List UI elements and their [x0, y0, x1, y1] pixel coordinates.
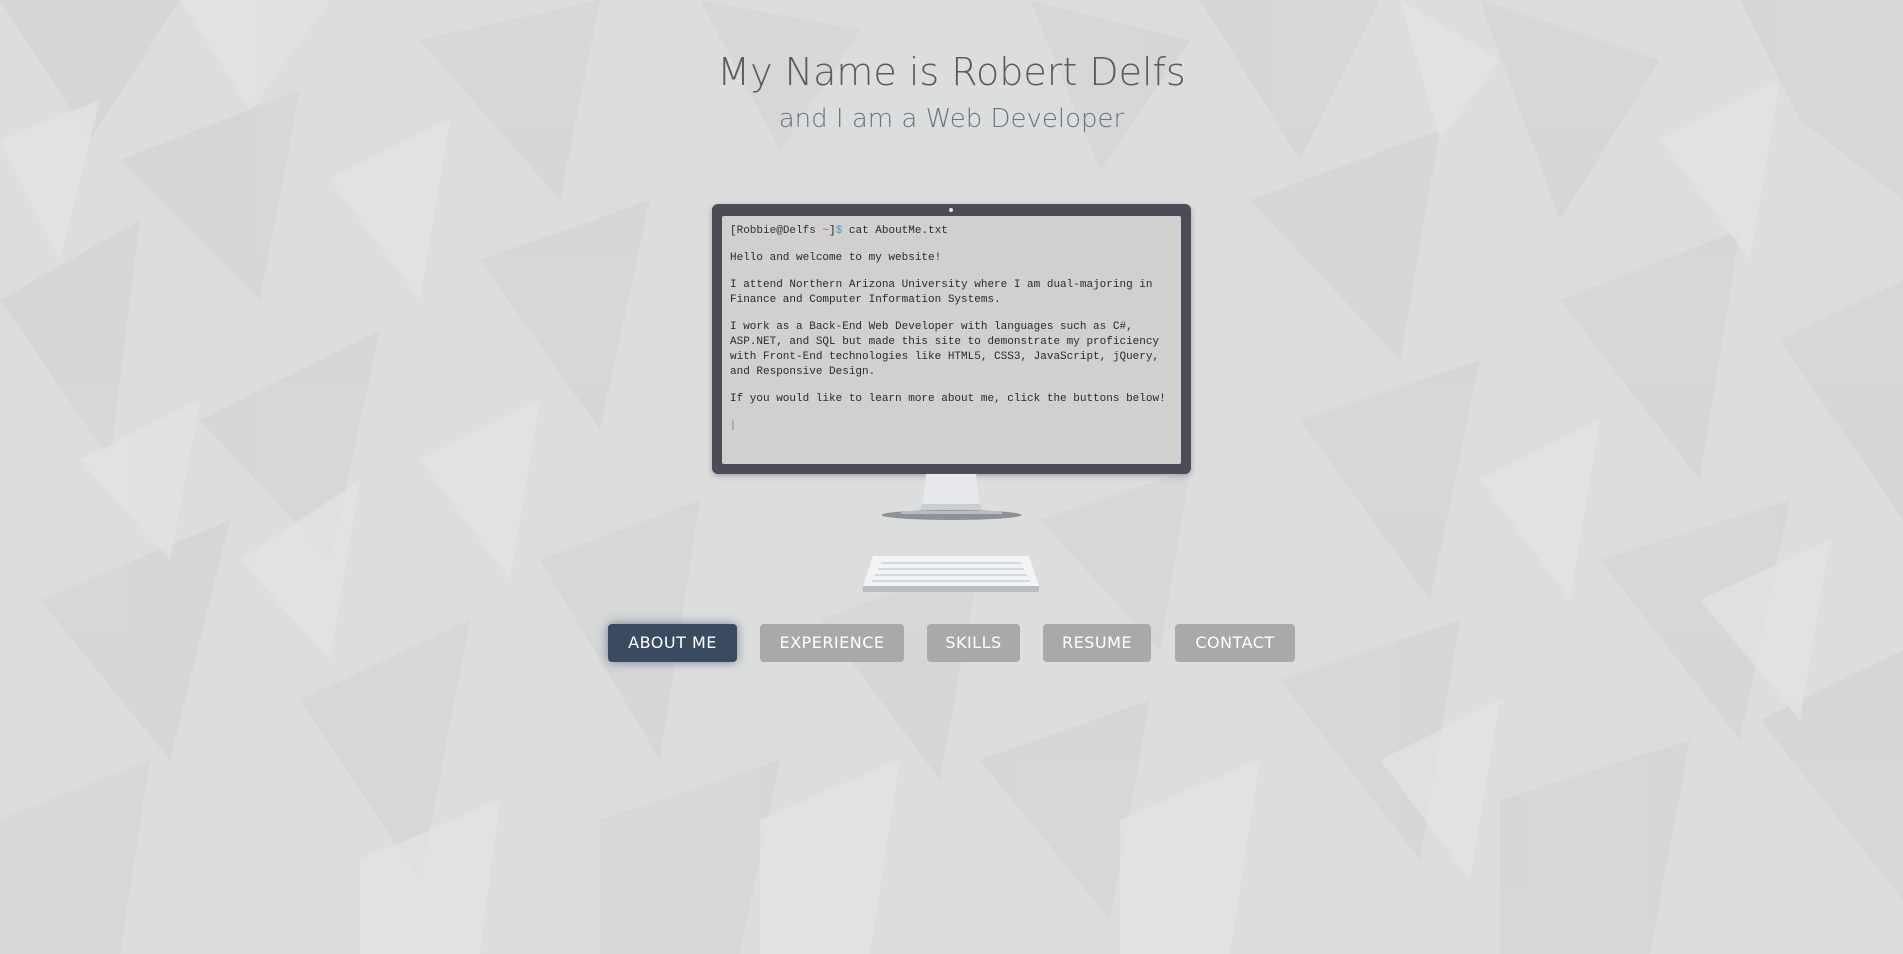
page-title: My Name is Robert Delfs: [717, 50, 1186, 94]
about-me-button[interactable]: ABOUT ME: [608, 624, 737, 662]
monitor: [Robbie@Delfs ~]$ cat AboutMe.txt Hello …: [712, 204, 1191, 474]
terminal: [Robbie@Delfs ~]$ cat AboutMe.txt Hello …: [730, 224, 1170, 434]
experience-button[interactable]: EXPERIENCE: [760, 624, 904, 662]
terminal-paragraph: I attend Northern Arizona University whe…: [730, 279, 1153, 306]
monitor-stand-base: [881, 510, 1022, 520]
skills-button[interactable]: SKILLS: [927, 624, 1020, 662]
resume-button[interactable]: RESUME: [1043, 624, 1151, 662]
terminal-paragraph: If you would like to learn more about me…: [730, 393, 1166, 405]
contact-button[interactable]: CONTACT: [1175, 624, 1295, 662]
keyboard-illustration: [863, 556, 1039, 592]
prompt-user: Robbie@Delfs: [736, 225, 816, 237]
prompt-open-bracket: [: [730, 225, 737, 237]
prompt-dollar: $: [835, 225, 843, 237]
nav-buttons: ABOUT ME EXPERIENCE SKILLS RESUME CONTAC…: [0, 624, 1903, 664]
terminal-screen: [Robbie@Delfs ~]$ cat AboutMe.txt Hello …: [722, 216, 1181, 464]
monitor-stand-neck: [920, 474, 982, 510]
prompt-close-bracket: ]: [829, 225, 836, 237]
terminal-cursor: |: [730, 421, 737, 432]
terminal-prompt: [Robbie@Delfs ~]$ cat AboutMe.txt: [730, 224, 1170, 239]
page-subtitle: and I am a Web Developer: [778, 104, 1125, 134]
monitor-camera-icon: [949, 208, 953, 212]
terminal-paragraph: Hello and welcome to my website!: [730, 252, 942, 264]
terminal-paragraph: I work as a Back-End Web Developer with …: [730, 321, 1160, 378]
prompt-command: cat AboutMe.txt: [848, 225, 948, 237]
